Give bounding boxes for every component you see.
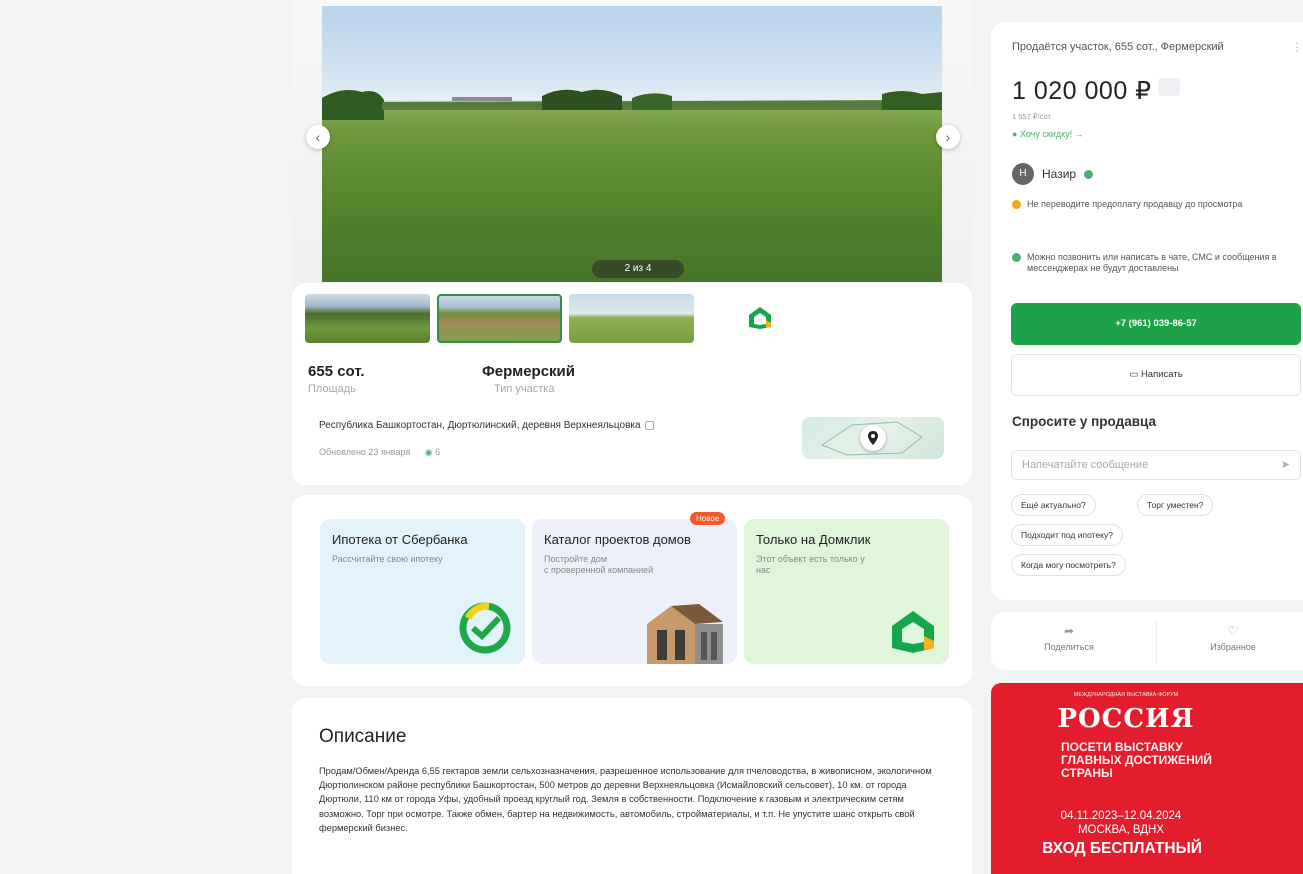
show-phone-button[interactable]: +7 (961) 039-86-57 (1011, 303, 1301, 345)
promo-title: Только на Домклик (756, 532, 871, 547)
banner-free-entry: ВХОД БЕСПЛАТНЫЙ (1042, 840, 1202, 857)
promo-sber-mortgage[interactable]: Ипотека от Сбербанка Рассчитайте свою ип… (320, 519, 525, 664)
banner-dates: 04.11.2023–12.04.2024 МОСКВА, ВДНХ (991, 809, 1251, 837)
quick-question-chip[interactable]: Подходит под ипотеку? (1011, 524, 1123, 546)
promo-domclick-exclusive[interactable]: Только на Домклик Этот объект есть тольк… (744, 519, 949, 664)
share-icon: ➦ (1063, 624, 1075, 638)
banner-line: СТРАНЫ (1061, 766, 1113, 780)
divider (1156, 620, 1157, 664)
type-value: Фермерский (482, 363, 576, 380)
description-title: Описание (319, 726, 407, 747)
sber-logo-icon (459, 602, 511, 654)
message-input[interactable]: Напечатайте сообщение ➤ (1011, 450, 1301, 480)
price: 1 020 000 ₽ (1012, 76, 1180, 106)
quick-question-chip[interactable]: Торг уместен? (1137, 494, 1214, 516)
price-per-unit: 1 557 ₽/сот. (1012, 112, 1053, 121)
thumbnail-2[interactable] (437, 294, 562, 343)
share-label: Поделиться (1044, 642, 1094, 652)
banner-top-text: МЕЖДУНАРОДНАЯ ВЫСТАВКА-ФОРУМ (1073, 692, 1179, 698)
chat-icon: ▭ (1129, 369, 1139, 380)
thumbnail-strip (305, 294, 694, 343)
gallery-next-button[interactable]: › (936, 125, 960, 149)
contact-info-text: Можно позвонить или написать в чате, СМС… (1027, 252, 1277, 273)
banner-headline: ПОСЕТИ ВЫСТАВКУ ГЛАВНЫХ ДОСТИЖЕНИЙ СТРАН… (1061, 741, 1212, 780)
eye-icon: ◉ (424, 447, 433, 457)
copy-icon[interactable] (644, 420, 654, 430)
discount-link[interactable]: ● Хочу скидку! → (1012, 129, 1084, 139)
thumbnail-1[interactable] (305, 294, 430, 343)
chevron-right-icon: › (945, 129, 951, 145)
thumbnail-3[interactable] (569, 294, 694, 343)
check-circle-icon: ● (1012, 129, 1018, 139)
more-icon[interactable]: ⋮ (1291, 40, 1303, 54)
price-value: 1 020 000 ₽ (1012, 77, 1152, 105)
tree-line-image (322, 89, 942, 120)
quick-question-chip[interactable]: Ещё актуально? (1011, 494, 1096, 516)
favorite-label: Избранное (1210, 642, 1256, 652)
views-count: 6 (435, 447, 441, 457)
chevron-left-icon: ‹ (315, 129, 321, 145)
banner-logo: РОССИЯ (1057, 704, 1195, 734)
promo-subtitle: Этот объект есть только у нас (756, 554, 865, 575)
house-image (647, 604, 723, 664)
listing-info-card: 655 сот. Площадь Фермерский Тип участка … (292, 283, 972, 485)
photo-counter: 2 из 4 (592, 260, 684, 278)
banner-date-range: 04.11.2023–12.04.2024 (1060, 810, 1182, 822)
actions-card: ➦ Поделиться ♡ Избранное (991, 612, 1303, 670)
main-photo[interactable]: 2 из 4 (322, 6, 942, 282)
write-label: Написать (1140, 369, 1183, 380)
address-text: Республика Башкортостан, Дюртюлинский, д… (319, 420, 641, 431)
area-label: Площадь (308, 383, 356, 395)
area-stat: 655 сот. Площадь (308, 363, 365, 395)
quick-question-chip[interactable]: Когда могу посмотреть? (1011, 554, 1126, 576)
ask-seller-title: Спросите у продавца (1012, 414, 1156, 429)
type-label: Тип участка (494, 383, 555, 395)
avatar: Н (1012, 163, 1034, 185)
discount-text: Хочу скидку! → (1019, 129, 1084, 139)
promo-title: Каталог проектов домов (544, 532, 691, 547)
promo-card: Ипотека от Сбербанка Рассчитайте свою ип… (292, 495, 972, 686)
domclick-logo-icon (892, 611, 934, 653)
domclick-logo-icon[interactable] (747, 305, 773, 331)
russia-expo-banner[interactable]: МЕЖДУНАРОДНАЯ ВЫСТАВКА-ФОРУМ РОССИЯ ПОСЕ… (991, 683, 1303, 874)
new-badge: Новое (690, 512, 726, 525)
promo-house-catalog[interactable]: Каталог проектов домов Постройте дом с п… (532, 519, 737, 664)
type-stat: Фермерский Тип участка (482, 363, 575, 395)
promo-subtitle: Рассчитайте свою ипотеку (332, 554, 443, 564)
updated-text: Обновлено 23 января (319, 447, 411, 457)
warning-icon (1012, 200, 1021, 209)
shield-icon (1012, 253, 1021, 262)
banner-place: МОСКВА, ВДНХ (1077, 824, 1165, 836)
contact-info-note: Можно позвонить или написать в чате, СМС… (1012, 252, 1282, 274)
price-trend-icon[interactable] (1157, 78, 1180, 96)
location-pin-icon (860, 425, 886, 451)
description-text: Продам/Обмен/Аренда 6,55 гектаров земли … (319, 766, 932, 833)
write-button[interactable]: ▭ Написать (1011, 354, 1301, 396)
promo-title: Ипотека от Сбербанка (332, 532, 468, 547)
warning-text: Не переводите предоплату продавцу до про… (1027, 199, 1243, 209)
message-placeholder: Напечатайте сообщение (1022, 459, 1149, 471)
seller-info[interactable]: Н Назир (1012, 163, 1094, 185)
updated-line: Обновлено 23 января ◉ 6 (319, 447, 440, 458)
mini-map[interactable] (802, 417, 944, 459)
share-button[interactable]: ➦ Поделиться (999, 624, 1139, 652)
listing-title: Продаётся участок, 655 сот., Фермерский (1012, 41, 1224, 53)
address-line: Республика Башкортостан, Дюртюлинский, д… (319, 420, 654, 431)
seller-sidebar: Продаётся участок, 655 сот., Фермерский … (991, 22, 1303, 600)
prepayment-warning: Не переводите предоплату продавцу до про… (1012, 199, 1282, 210)
gallery-prev-button[interactable]: ‹ (306, 125, 330, 149)
area-value: 655 сот. (308, 363, 365, 380)
heart-icon: ♡ (1227, 624, 1239, 638)
send-icon[interactable]: ➤ (1281, 451, 1290, 479)
favorite-button[interactable]: ♡ Избранное (1163, 624, 1303, 652)
promo-subtitle: Постройте дом с проверенной компанией (544, 554, 654, 575)
description-card: Описание Продам/Обмен/Аренда 6,55 гектар… (292, 698, 972, 874)
verified-icon (1084, 169, 1094, 179)
seller-name: Назир (1042, 167, 1077, 181)
